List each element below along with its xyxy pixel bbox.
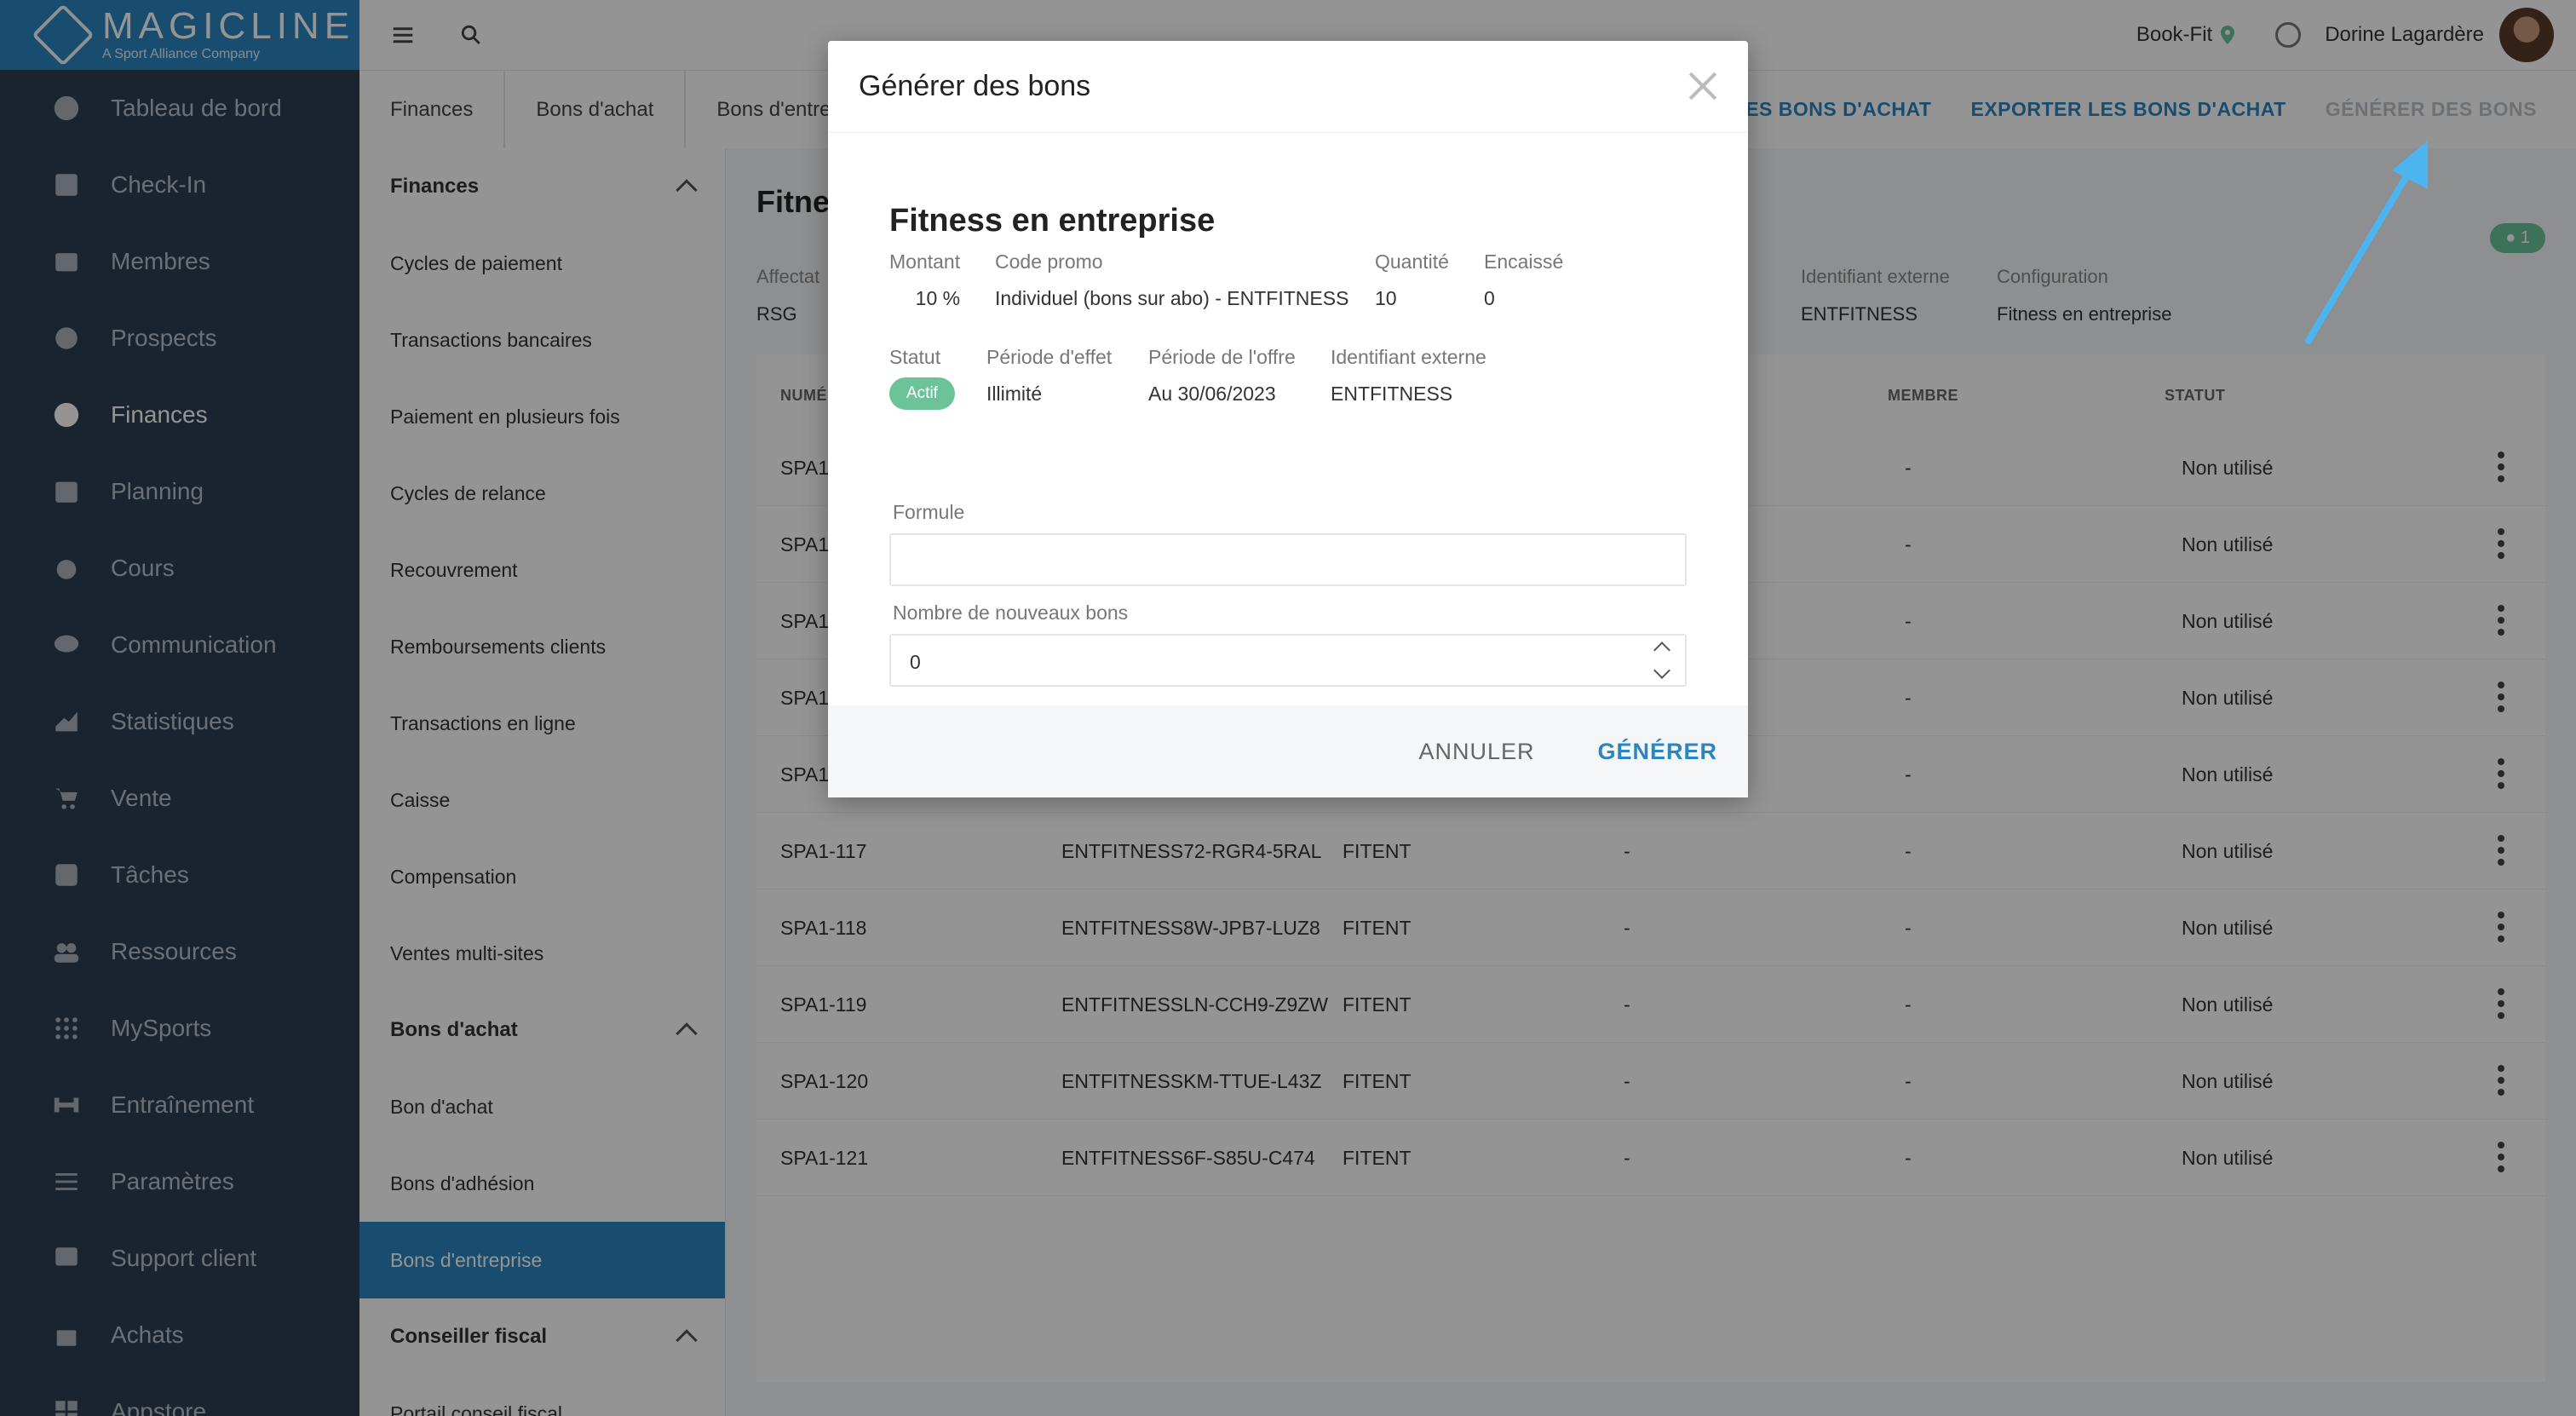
field-label: Identifiant externe [1331,346,1486,368]
field-label: Période d'effet [986,346,1113,368]
field-value: Au 30/06/2023 [1148,383,1276,405]
field-status: Statut Actif [889,346,955,410]
formule-select[interactable] [889,533,1687,586]
status-badge: Actif [889,377,955,410]
field-offer-period: Période de l'offre Au 30/06/2023 [1148,346,1296,406]
field-value: Individuel (bons sur abo) - ENTFITNESS [995,287,1349,309]
cancel-button[interactable]: ANNULER [1418,739,1534,765]
field-promo-code: Code promo Individuel (bons sur abo) - E… [995,250,1348,310]
field-value: 0 [1484,287,1495,309]
field-label: Encaissé [1484,250,1564,273]
field-montant: Montant 10 % [889,250,960,310]
decrement-chevron-down-icon[interactable] [1653,662,1670,679]
voucher-count-label: Nombre de nouveaux bons [893,602,1129,624]
field-label: Montant [889,250,961,273]
field-value: Illimité [986,383,1043,405]
field-label: Statut [889,346,941,368]
generate-vouchers-dialog: Générer des bons Fitness en entreprise M… [828,41,1748,797]
field-quantity: Quantité 10 [1375,250,1449,310]
field-value: ENTFITNESS [1331,383,1453,405]
formule-label: Formule [893,501,965,523]
field-label: Quantité [1375,250,1449,273]
field-value: 10 % [915,287,961,309]
voucher-count-input[interactable]: 0 [889,634,1687,687]
dialog-header: Générer des bons [828,41,1748,133]
increment-chevron-up-icon[interactable] [1653,642,1670,659]
generate-button[interactable]: GÉNÉRER [1597,739,1717,765]
offer-name: Fitness en entreprise [889,203,1216,239]
field-value: 10 [1375,287,1397,309]
annotation-arrow-icon [2305,141,2428,344]
dialog-footer: ANNULER GÉNÉRER [828,705,1748,797]
field-label: Code promo [995,250,1103,273]
voucher-count-value: 0 [910,651,921,673]
field-encaisse: Encaissé 0 [1484,250,1563,310]
field-external-id: Identifiant externe ENTFITNESS [1331,346,1486,406]
field-effect-period: Période d'effet Illimité [986,346,1112,406]
close-icon[interactable] [1688,72,1717,101]
field-label: Période de l'offre [1148,346,1296,368]
dialog-title: Générer des bons [859,70,1091,102]
